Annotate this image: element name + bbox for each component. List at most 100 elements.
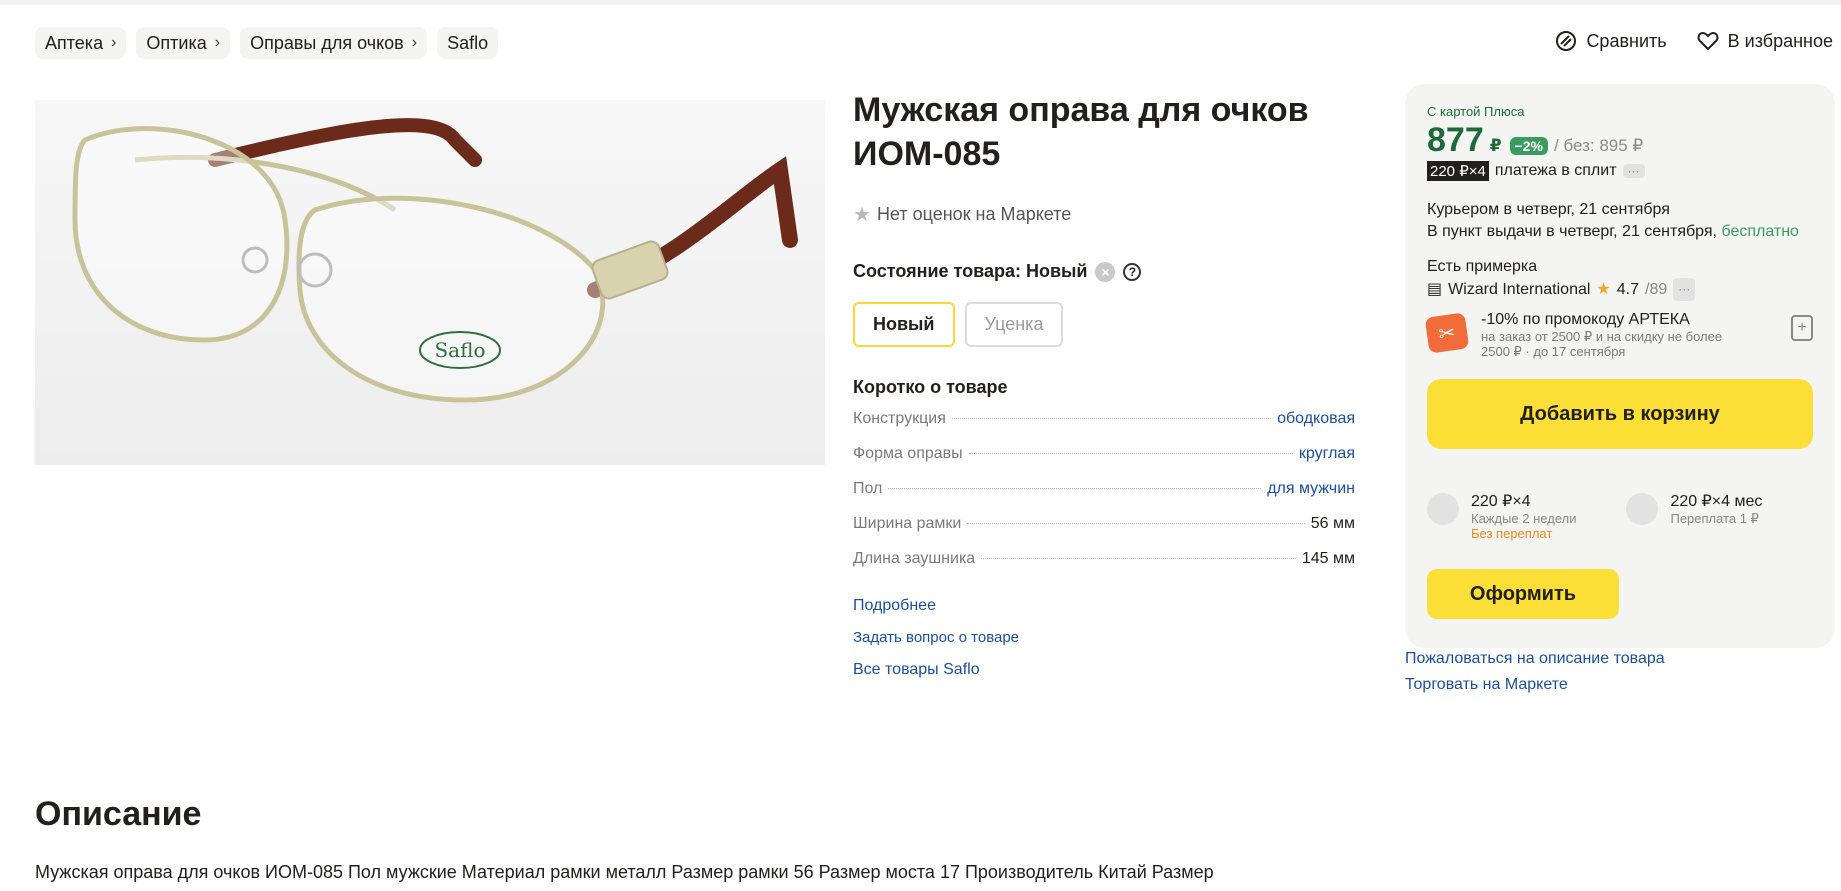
spec-row: Ширина рамки 56 мм xyxy=(853,515,1355,550)
rating-text: Нет оценок на Маркете xyxy=(876,204,1072,224)
favorite-label: В избранное xyxy=(1727,30,1833,51)
spec-row: Форма оправы круглая xyxy=(853,445,1355,480)
price-row: 877 ₽ −2% / без: 895 ₽ xyxy=(1427,121,1813,160)
seller-name: Wizard International xyxy=(1448,281,1591,298)
promo-block: ✂ -10% по промокоду АРТЕКА на заказ от 2… xyxy=(1424,311,1813,359)
plan-note: Без переплат xyxy=(1471,526,1553,541)
spec-value-link[interactable]: ободковая xyxy=(1277,410,1355,428)
product-image[interactable]: Saflo xyxy=(35,100,825,465)
spec-leader xyxy=(968,453,1293,454)
promo-subtitle: на заказ от 2500 ₽ и на скидку не более … xyxy=(1481,329,1723,359)
spec-list: Конструкция ободковая Форма оправы круглая… xyxy=(853,410,1355,585)
chevron-right-icon: › xyxy=(411,34,418,51)
condition-options: Новый Уценка xyxy=(853,302,1355,347)
delivery-free: бесплатно xyxy=(1721,223,1799,240)
seller-reviews: /89 xyxy=(1645,281,1668,298)
spec-value: 56 мм xyxy=(1310,515,1355,532)
copy-promo-icon[interactable]: + xyxy=(1791,315,1813,341)
payment-plan-option[interactable]: 220 ₽×4 Каждые 2 недели Без переплат xyxy=(1427,491,1576,541)
brand-logo-text: Saflo xyxy=(434,338,485,362)
discount-badge: −2% xyxy=(1509,137,1548,155)
breadcrumb-item[interactable]: Оправы для очков › xyxy=(240,27,428,59)
spec-value-link[interactable]: круглая xyxy=(1299,445,1355,463)
promo-title: -10% по промокоду АРТЕКА xyxy=(1481,311,1690,328)
spec-value: 145 мм xyxy=(1301,550,1355,567)
ask-question-link[interactable]: Задать вопрос о товаре xyxy=(853,629,1355,661)
compare-button[interactable]: Сравнить xyxy=(1555,30,1667,52)
spec-key: Длина заушника xyxy=(853,550,976,567)
seller-row[interactable]: ▤ Wizard International ★ 4.7/89 ··· xyxy=(1427,278,1813,301)
promo-text: -10% по промокоду АРТЕКА на заказ от 250… xyxy=(1481,311,1751,359)
spec-value-link[interactable]: для мужчин xyxy=(1267,480,1355,498)
spec-leader xyxy=(951,418,1272,419)
question-icon[interactable]: ? xyxy=(1123,262,1142,281)
top-actions: Сравнить В избранное xyxy=(1555,30,1833,52)
plan-subtitle: Переплата 1 ₽ xyxy=(1670,511,1759,526)
radio-button[interactable] xyxy=(1427,493,1459,525)
store-icon: ▤ xyxy=(1427,281,1443,298)
glasses-illustration: Saflo xyxy=(72,118,798,403)
split-badge: 220 ₽×4 xyxy=(1427,161,1489,181)
fitting-label: Есть примерка xyxy=(1427,258,1538,275)
breadcrumb-label: Saflo xyxy=(447,32,489,53)
plan-title: 220 ₽×4 мес xyxy=(1670,493,1763,510)
breadcrumb-item[interactable]: Saflo xyxy=(437,27,499,59)
plan-subtitle: Каждые 2 недели xyxy=(1471,511,1577,526)
spec-leader xyxy=(888,488,1262,489)
checkout-button[interactable]: Оформить xyxy=(1427,569,1619,619)
breadcrumb-item[interactable]: Аптека › xyxy=(35,27,127,59)
description-title: Описание xyxy=(35,795,202,833)
compare-icon xyxy=(1556,31,1577,51)
all-brand-products-link[interactable]: Все товары Saflo xyxy=(853,661,1355,693)
add-to-cart-button[interactable]: Добавить в корзину xyxy=(1427,379,1813,449)
star-icon: ★ xyxy=(853,204,871,226)
breadcrumb-label: Оптика xyxy=(146,32,207,53)
radio-button[interactable] xyxy=(1626,493,1659,525)
chevron-right-icon: › xyxy=(214,34,221,51)
old-price: / без: 895 ₽ xyxy=(1554,136,1644,155)
more-icon[interactable]: ··· xyxy=(1622,164,1645,178)
close-icon[interactable]: × xyxy=(1095,261,1116,282)
spec-leader xyxy=(981,558,1296,559)
top-divider xyxy=(0,0,1841,5)
payment-plan-option[interactable]: 220 ₽×4 мес Переплата 1 ₽ xyxy=(1626,491,1762,541)
split-text: платежа в сплит xyxy=(1494,162,1617,179)
spec-key: Ширина рамки xyxy=(853,515,962,532)
brief-title: Коротко о товаре xyxy=(853,377,1008,397)
spec-key: Пол xyxy=(853,480,883,497)
more-details-link[interactable]: Подробнее xyxy=(853,597,1355,629)
spec-row: Пол для мужчин xyxy=(853,480,1355,515)
scissors-icon: ✂ xyxy=(1424,312,1470,354)
star-icon: ★ xyxy=(1596,281,1611,298)
product-links: Подробнее Задать вопрос о товаре Все тов… xyxy=(853,597,1355,693)
breadcrumb-label: Оправы для очков xyxy=(250,32,404,53)
compare-label: Сравнить xyxy=(1586,30,1667,51)
seller-rating: 4.7 xyxy=(1616,281,1640,298)
title-line: ИОМ-085 xyxy=(853,135,1001,173)
payment-plans: 220 ₽×4 Каждые 2 недели Без переплат 220… xyxy=(1427,491,1813,541)
report-description-link[interactable]: Пожаловаться на описание товара xyxy=(1405,646,1665,672)
split-row[interactable]: 220 ₽×4 платежа в сплит ··· xyxy=(1427,161,1813,181)
delivery-courier: Курьером в четверг, 21 сентября xyxy=(1427,201,1670,218)
right-links: Пожаловаться на описание товара Торговат… xyxy=(1405,646,1665,698)
heart-icon xyxy=(1697,31,1719,51)
product-info: Мужская оправа для очков ИОМ-085 ★ Нет о… xyxy=(853,88,1355,693)
rating[interactable]: ★ Нет оценок на Маркете xyxy=(853,202,1355,227)
spec-key: Форма оправы xyxy=(853,445,963,462)
title-line: Мужская оправа для очков xyxy=(853,91,1309,129)
favorite-button[interactable]: В избранное xyxy=(1697,30,1833,52)
condition-discount-button[interactable]: Уценка xyxy=(964,302,1064,347)
page-title: Мужская оправа для очков ИОМ-085 xyxy=(853,88,1355,176)
breadcrumb-item[interactable]: Оптика › xyxy=(136,27,231,59)
condition-new-button[interactable]: Новый xyxy=(853,302,955,347)
chevron-right-icon: › xyxy=(111,34,117,51)
breadcrumb: Аптека › Оптика › Оправы для очков › Saflo xyxy=(35,27,499,59)
sell-on-market-link[interactable]: Торговать на Маркете xyxy=(1405,672,1665,698)
delivery-pickup: В пункт выдачи в четверг, 21 сентября, xyxy=(1427,223,1717,240)
price: 877 xyxy=(1427,121,1484,159)
more-icon[interactable]: ··· xyxy=(1673,278,1696,301)
fitting-info: Есть примерка ▤ Wizard International ★ 4… xyxy=(1427,255,1813,301)
plan-title: 220 ₽×4 xyxy=(1471,493,1531,510)
delivery-pickup-row: В пункт выдачи в четверг, 21 сентября, б… xyxy=(1427,221,1813,243)
plus-label: С картой Плюса xyxy=(1427,104,1525,119)
